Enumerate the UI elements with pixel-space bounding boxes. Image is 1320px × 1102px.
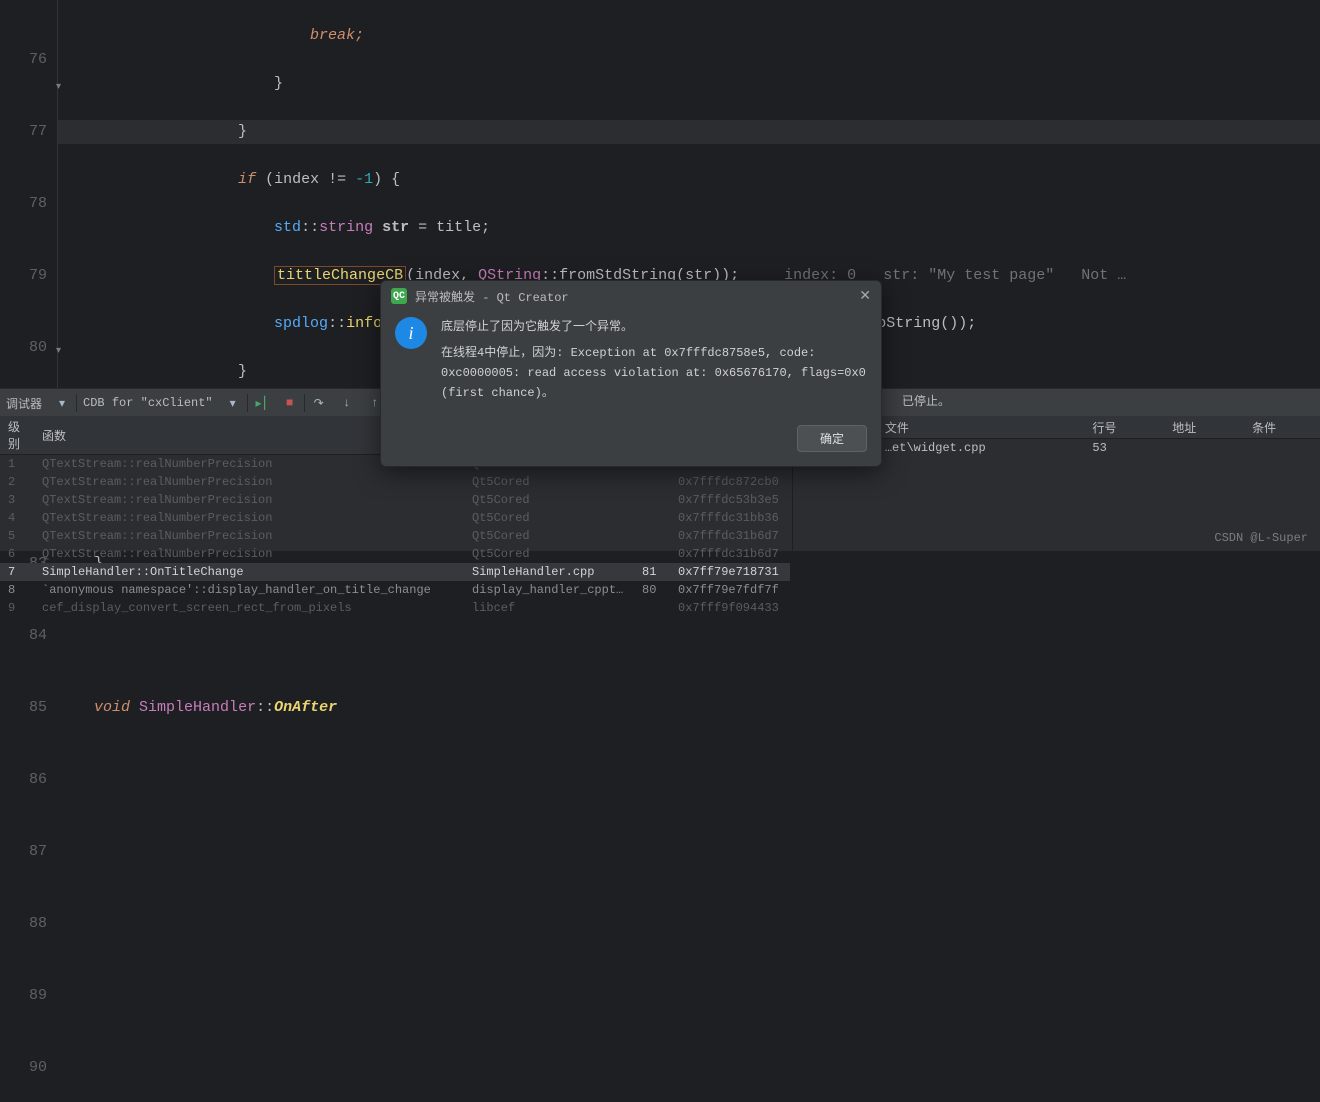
line-number: 88 (0, 912, 47, 936)
line-number: 86 (0, 768, 47, 792)
line-number: 78 (0, 192, 47, 216)
line-number: 85 (0, 696, 47, 720)
stack-frame[interactable]: 8`anonymous namespace'::display_handler_… (0, 581, 790, 599)
line-number: 87 (0, 840, 47, 864)
stack-frame[interactable]: 6QTextStream::realNumberPrecisionQt5Core… (0, 545, 790, 563)
close-icon[interactable]: ✕ (859, 288, 871, 305)
exception-dialog: QC 异常被触发 - Qt Creator ✕ i 底层停止了因为它触发了一个异… (380, 280, 882, 467)
line-number: 79▾ (0, 264, 47, 288)
qtcreator-icon: QC (391, 288, 407, 304)
line-number: 89 (0, 984, 47, 1008)
chevron-down-icon[interactable]: ▾ (219, 396, 247, 411)
ok-button[interactable]: 确定 (797, 425, 867, 452)
stack-frame[interactable]: 2QTextStream::realNumberPrecisionQt5Core… (0, 473, 790, 491)
stack-frame[interactable]: 9cef_display_convert_screen_rect_from_pi… (0, 599, 790, 617)
stack-frame[interactable]: 3QTextStream::realNumberPrecisionQt5Core… (0, 491, 790, 509)
line-number: 84 (0, 624, 47, 648)
line-number: 90▾ (0, 1056, 47, 1080)
debugger-label: 调试器 (0, 395, 48, 412)
line-number: 77 (0, 120, 47, 144)
stack-frame[interactable]: 5QTextStream::realNumberPrecisionQt5Core… (0, 527, 790, 545)
col-level[interactable]: 级别 (0, 416, 34, 455)
line-number: 76 (0, 48, 47, 72)
col-file[interactable]: 文件 (873, 416, 1081, 439)
keyword: if (238, 171, 256, 188)
stack-frame[interactable]: 4QTextStream::realNumberPrecisionQt5Core… (0, 509, 790, 527)
line-gutter: 76 77 78 79▾ 80 81 82 83 84 85 86 87 88 … (0, 0, 58, 388)
keyword: break; (310, 27, 364, 44)
stack-frame[interactable]: 7SimpleHandler::OnTitleChangeSimpleHandl… (0, 563, 790, 581)
watermark: CSDN @L-Super (1214, 531, 1308, 545)
chevron-down-icon[interactable]: ▾ (48, 396, 76, 411)
col-addr[interactable]: 地址 (1160, 416, 1240, 439)
debugger-combo[interactable]: CDB for "cxClient" (77, 396, 219, 410)
dialog-title: 异常被触发 - Qt Creator (415, 288, 569, 305)
continue-icon[interactable]: ▸⎮ (248, 396, 276, 411)
debugger-status: 已停止。 (902, 392, 950, 409)
dialog-message: 底层停止了因为它触发了一个异常。 在线程4中停止，因为: Exception a… (441, 317, 867, 403)
col-cond[interactable]: 条件 (1240, 416, 1320, 439)
dialog-titlebar[interactable]: QC 异常被触发 - Qt Creator ✕ (381, 281, 881, 311)
step-into-icon[interactable]: ↓ (333, 396, 361, 410)
col-line[interactable]: 行号 (1080, 416, 1160, 439)
step-over-icon[interactable]: ↷ (305, 396, 333, 411)
info-icon: i (395, 317, 427, 349)
stop-icon[interactable]: ■ (276, 396, 304, 410)
line-number: 80 (0, 336, 47, 360)
